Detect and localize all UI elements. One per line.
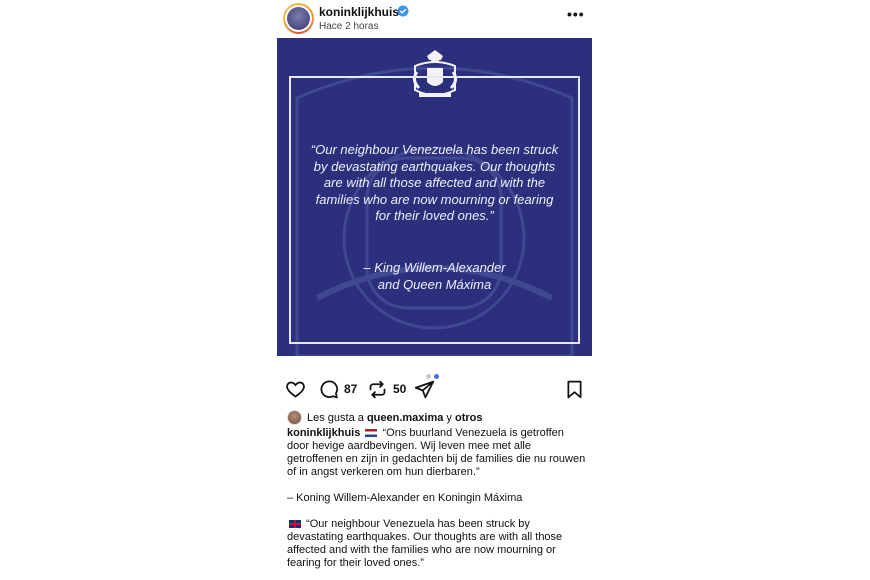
share-button[interactable] [414, 378, 435, 400]
caption-username[interactable]: koninklijkhuis [287, 427, 360, 439]
uk-flag-icon [289, 520, 301, 529]
likes-connector: y [446, 411, 452, 424]
likes-summary[interactable]: Les gusta a queen.maxima y otros [287, 410, 482, 425]
instagram-post: koninklijkhuis Hace 2 horas ••• “Our nei… [277, 0, 592, 580]
image-quote-text: “Our neighbour Venezuela has been struck… [310, 142, 559, 223]
caption-dutch-signature: – Koning Willem-Alexander en Koningin Má… [287, 492, 523, 504]
post-header: koninklijkhuis Hace 2 horas ••• [277, 0, 592, 38]
share-icon [414, 380, 435, 398]
comment-button[interactable]: 87 [318, 378, 357, 400]
username[interactable]: koninklijkhuis [319, 5, 399, 19]
post-timestamp: Hace 2 horas [319, 21, 379, 32]
likes-others[interactable]: otros [455, 412, 483, 424]
like-button[interactable] [285, 378, 306, 400]
profile-avatar[interactable] [283, 3, 314, 34]
repost-button[interactable]: 50 [367, 378, 406, 400]
repost-count: 50 [393, 382, 407, 396]
comment-count: 87 [344, 382, 358, 396]
netherlands-flag-icon [365, 429, 378, 438]
more-options-icon[interactable]: ••• [567, 6, 585, 22]
bookmark-icon [567, 380, 582, 398]
verified-badge-icon [397, 5, 409, 17]
image-signature: – King Willem-Alexander and Queen Máxima [307, 260, 562, 293]
liker-username[interactable]: queen.maxima [367, 412, 443, 424]
liker-avatar [287, 410, 302, 425]
action-bar: 87 50 [277, 378, 592, 404]
post-image[interactable]: “Our neighbour Venezuela has been struck… [277, 38, 592, 356]
image-signature-line1: – King Willem-Alexander [363, 260, 506, 275]
post-caption: koninklijkhuis “Ons buurland Venezuela i… [287, 427, 587, 580]
repost-icon [369, 380, 386, 398]
comment-icon [320, 380, 339, 398]
heart-icon [286, 381, 305, 398]
save-button[interactable] [564, 378, 585, 400]
caption-english-text: “Our neighbour Venezuela has been struck… [287, 518, 563, 569]
likes-prefix: Les gusta a [307, 411, 364, 424]
image-signature-line2: and Queen Máxima [377, 276, 492, 292]
